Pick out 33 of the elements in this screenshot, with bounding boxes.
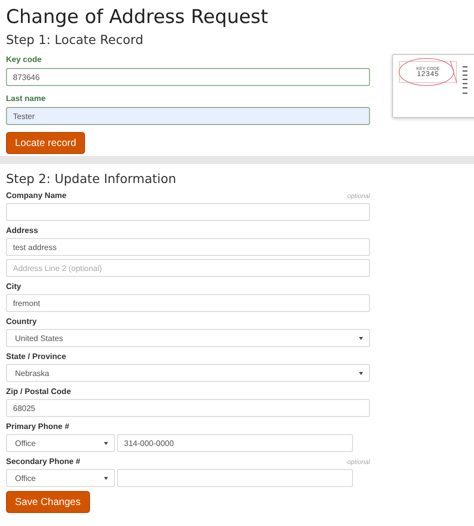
caret-icon: [104, 442, 108, 444]
input-field[interactable]: fremont: [6, 294, 370, 312]
caret-icon: [359, 336, 363, 340]
select-dropdown[interactable]: Nebraska: [6, 364, 370, 382]
caret-icon: [359, 372, 363, 374]
input-field[interactable]: Address Line 2 (optional): [6, 259, 370, 277]
field-label: Primary Phone #: [6, 421, 70, 432]
caret-icon: [104, 476, 108, 480]
phone-type-dropdown[interactable]: Office: [6, 434, 115, 452]
input-field[interactable]: test address: [6, 238, 370, 256]
field-label: Company Name: [6, 190, 66, 201]
save-changes-button[interactable]: Save Changes: [6, 491, 90, 513]
field-label: Secondary Phone #: [6, 456, 80, 467]
field-label: Key code: [6, 54, 43, 65]
field-label: Address: [6, 225, 38, 236]
input-field[interactable]: 68025: [6, 399, 370, 417]
field-label: Last name: [6, 93, 47, 104]
field-label: State / Province: [6, 351, 66, 362]
field-label: Country: [6, 316, 37, 327]
input-field[interactable]: [6, 203, 370, 221]
step-heading: Step 2: Update Information: [6, 171, 178, 187]
page-title: Change of Address Request: [6, 5, 270, 30]
field-label: City: [6, 281, 22, 292]
locate-record-button[interactable]: Locate record: [6, 132, 86, 154]
phone-input[interactable]: [117, 469, 353, 487]
phone-input[interactable]: 314-000-0000: [117, 434, 353, 452]
step-heading: Step 1: Locate Record: [6, 32, 144, 48]
input-field[interactable]: 873646: [6, 68, 370, 86]
address-lines-drawing: [462, 63, 468, 97]
phone-type-dropdown[interactable]: Office: [6, 469, 115, 487]
select-dropdown[interactable]: United States: [6, 329, 370, 347]
field-label: Zip / Postal Code: [6, 386, 71, 397]
input-field[interactable]: Tester: [6, 107, 370, 125]
